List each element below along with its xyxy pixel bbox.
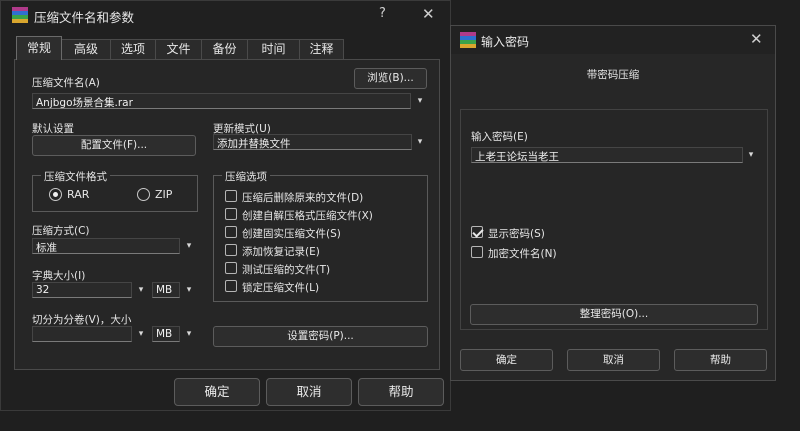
close-icon[interactable]: ✕ [750, 30, 763, 48]
organize-passwords-button[interactable]: 整理密码(O)... [470, 304, 758, 325]
split-volumes-label: 切分为分卷(V)，大小 [32, 314, 132, 326]
chevron-down-icon[interactable]: ▾ [414, 93, 426, 109]
main-dialog-title: 压缩文件名和参数 [34, 10, 135, 25]
browse-button[interactable]: 浏览(B)... [354, 68, 427, 89]
split-unit-value: MB [156, 328, 173, 340]
chevron-down-icon[interactable]: ▾ [135, 326, 147, 342]
archive-options-dialog: 压缩文件名和参数 ? ✕ 常规 高级 选项 文件 备份 时间 注释 压缩文件名(… [0, 0, 451, 411]
encrypt-names-label: 加密文件名(N) [488, 248, 557, 260]
help-icon[interactable]: ? [379, 6, 386, 21]
help-button[interactable]: 帮助 [358, 378, 444, 406]
password-panel: 输入密码(E) 上老王论坛当老王 ▾ 显示密码(S) 加密文件名(N) 整理密码… [460, 109, 768, 330]
archive-format-group: 压缩文件格式 RAR ZIP [32, 169, 198, 212]
cancel-button[interactable]: 取消 [266, 378, 352, 406]
zip-label: ZIP [155, 188, 173, 201]
encrypt-names-checkbox[interactable] [471, 246, 483, 258]
tab-backup[interactable]: 备份 [201, 39, 248, 59]
password-dialog-title: 输入密码 [481, 35, 530, 49]
set-password-button[interactable]: 设置密码(P)... [213, 326, 428, 347]
password-cancel-button[interactable]: 取消 [567, 349, 660, 371]
archive-format-title: 压缩文件格式 [41, 169, 110, 184]
lock-archive-checkbox[interactable] [225, 280, 237, 292]
lock-archive-label: 锁定压缩文件(L) [242, 282, 320, 294]
tab-comment[interactable]: 注释 [299, 39, 344, 59]
compression-method-select[interactable]: 标准 [32, 238, 180, 254]
dictionary-unit-value: MB [156, 284, 173, 296]
archive-name-value: Anjbgo场景合集.rar [36, 97, 133, 109]
dictionary-unit-select[interactable]: MB [152, 282, 180, 298]
dictionary-size-value: 32 [36, 284, 50, 296]
default-settings-label: 默认设置 [32, 123, 74, 135]
enter-password-label: 输入密码(E) [471, 131, 528, 143]
compression-method-label: 压缩方式(C) [32, 225, 90, 237]
sfx-label: 创建自解压格式压缩文件(X) [242, 210, 373, 222]
winrar-app-icon [12, 7, 28, 23]
password-subtitle: 带密码压缩 [586, 69, 640, 81]
close-icon[interactable]: ✕ [422, 5, 435, 23]
archive-name-label: 压缩文件名(A) [32, 77, 100, 89]
sfx-checkbox[interactable] [225, 208, 237, 220]
chevron-down-icon[interactable]: ▾ [183, 238, 195, 254]
password-ok-button[interactable]: 确定 [460, 349, 553, 371]
profiles-button[interactable]: 配置文件(F)... [32, 135, 196, 156]
recovery-record-checkbox[interactable] [225, 244, 237, 256]
password-dialog: 输入密码 ✕ 带密码压缩 输入密码(E) 上老王论坛当老王 ▾ 显示密码(S) … [450, 25, 776, 381]
delete-after-checkbox[interactable] [225, 190, 237, 202]
tab-files[interactable]: 文件 [155, 39, 202, 59]
test-files-checkbox[interactable] [225, 262, 237, 274]
ok-button[interactable]: 确定 [174, 378, 260, 406]
archive-name-field[interactable]: Anjbgo场景合集.rar [32, 93, 411, 109]
zip-radio[interactable] [137, 188, 150, 201]
update-mode-value: 添加并替换文件 [217, 138, 291, 150]
chevron-down-icon[interactable]: ▾ [183, 282, 195, 298]
recovery-record-label: 添加恢复记录(E) [242, 246, 320, 258]
split-unit-select[interactable]: MB [152, 326, 180, 342]
tab-time[interactable]: 时间 [247, 39, 300, 59]
split-volumes-input[interactable] [32, 326, 132, 342]
general-tab-panel: 压缩文件名(A) 浏览(B)... Anjbgo场景合集.rar ▾ 默认设置 … [14, 59, 440, 370]
delete-after-label: 压缩后删除原来的文件(D) [242, 192, 364, 204]
password-value: 上老王论坛当老王 [475, 151, 559, 163]
chevron-down-icon[interactable]: ▾ [135, 282, 147, 298]
archiving-options-title: 压缩选项 [222, 169, 270, 184]
compression-method-value: 标准 [36, 242, 57, 254]
winrar-app-icon [460, 32, 476, 48]
rar-radio[interactable] [49, 188, 62, 201]
password-help-button[interactable]: 帮助 [674, 349, 767, 371]
tab-general[interactable]: 常规 [16, 36, 62, 60]
dictionary-size-select[interactable]: 32 [32, 282, 132, 298]
show-password-label: 显示密码(S) [488, 228, 545, 240]
tab-options[interactable]: 选项 [110, 39, 156, 59]
dictionary-size-label: 字典大小(I) [32, 270, 86, 282]
solid-checkbox[interactable] [225, 226, 237, 238]
chevron-down-icon[interactable]: ▾ [183, 326, 195, 342]
show-password-checkbox[interactable] [471, 226, 483, 238]
chevron-down-icon[interactable]: ▾ [745, 147, 757, 163]
chevron-down-icon[interactable]: ▾ [414, 134, 426, 150]
solid-label: 创建固实压缩文件(S) [242, 228, 341, 240]
password-input[interactable]: 上老王论坛当老王 [471, 147, 743, 163]
password-titlebar[interactable]: 输入密码 ✕ [451, 26, 775, 54]
test-files-label: 测试压缩的文件(T) [242, 264, 331, 276]
archiving-options-group: 压缩选项 压缩后删除原来的文件(D) 创建自解压格式压缩文件(X) 创建固实压缩… [213, 169, 428, 302]
rar-label: RAR [67, 188, 90, 201]
main-titlebar[interactable]: 压缩文件名和参数 ? ✕ [1, 1, 450, 29]
tab-advanced[interactable]: 高级 [61, 39, 111, 59]
update-mode-select[interactable]: 添加并替换文件 [213, 134, 412, 150]
